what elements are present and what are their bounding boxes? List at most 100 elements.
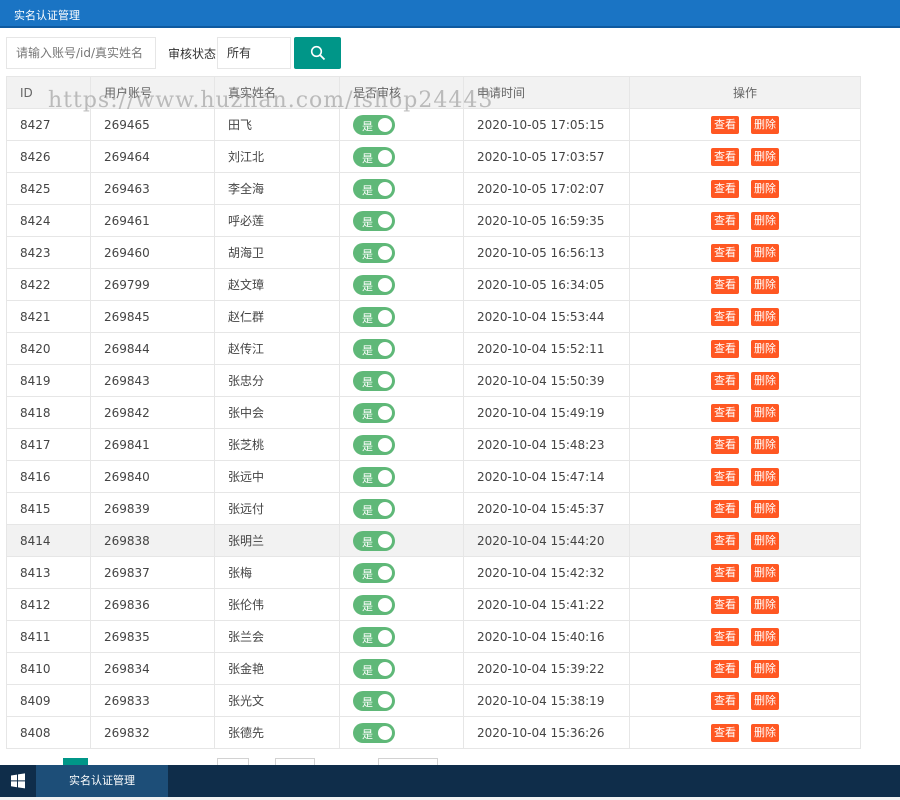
audit-toggle-label: 是	[362, 375, 373, 389]
audit-toggle[interactable]: 是	[353, 306, 395, 327]
view-button[interactable]: 查看	[711, 147, 739, 166]
delete-button[interactable]: 删除	[751, 435, 779, 454]
audit-toggle-label: 是	[362, 407, 373, 421]
delete-button[interactable]: 删除	[751, 723, 779, 742]
view-button[interactable]: 查看	[711, 371, 739, 390]
view-button[interactable]: 查看	[711, 275, 739, 294]
table-row: 8423 269460 胡海卫是 2020-10-05 16:56:13 查看 删除	[6, 236, 861, 269]
search-button[interactable]	[294, 37, 341, 69]
cell-apply-time: 2020-10-04 15:48:23	[463, 428, 630, 461]
delete-button[interactable]: 删除	[751, 499, 779, 518]
delete-button[interactable]: 删除	[751, 563, 779, 582]
audit-toggle[interactable]: 是	[353, 178, 395, 199]
delete-button[interactable]: 删除	[751, 659, 779, 678]
cell-audited: 是	[339, 300, 464, 333]
delete-button[interactable]: 删除	[751, 371, 779, 390]
cell-account: 269832	[90, 716, 215, 749]
page-jump-input[interactable]	[217, 758, 249, 765]
view-button[interactable]: 查看	[711, 595, 739, 614]
audit-toggle-label: 是	[362, 631, 373, 645]
audit-toggle[interactable]: 是	[353, 690, 395, 711]
delete-button[interactable]: 删除	[751, 115, 779, 134]
search-input[interactable]	[6, 37, 156, 69]
cell-real-name: 张梅	[214, 556, 340, 589]
audit-toggle[interactable]: 是	[353, 370, 395, 391]
view-button[interactable]: 查看	[711, 723, 739, 742]
audit-toggle[interactable]: 是	[353, 658, 395, 679]
delete-button[interactable]: 删除	[751, 403, 779, 422]
cell-audited: 是	[339, 140, 464, 173]
delete-button[interactable]: 删除	[751, 147, 779, 166]
cell-real-name: 刘江北	[214, 140, 340, 173]
current-page-button[interactable]	[63, 758, 88, 765]
delete-button[interactable]: 删除	[751, 339, 779, 358]
cell-apply-time: 2020-10-04 15:52:11	[463, 332, 630, 365]
delete-button[interactable]: 删除	[751, 243, 779, 262]
cell-id: 8413	[6, 556, 91, 589]
audit-toggle[interactable]: 是	[353, 274, 395, 295]
main-content: 审核状态 所有 ID 用户账号 真实姓名 是否审核 申请时间 操作 842726…	[0, 28, 900, 765]
view-button[interactable]: 查看	[711, 179, 739, 198]
view-button[interactable]: 查看	[711, 563, 739, 582]
view-button[interactable]: 查看	[711, 659, 739, 678]
delete-button[interactable]: 删除	[751, 467, 779, 486]
go-button[interactable]	[378, 758, 438, 765]
cell-actions: 查看 删除	[629, 652, 861, 685]
audit-toggle[interactable]: 是	[353, 562, 395, 583]
taskbar-window-item[interactable]: 实名认证管理	[36, 765, 168, 797]
cell-real-name: 张德先	[214, 716, 340, 749]
audit-toggle[interactable]: 是	[353, 210, 395, 231]
audit-toggle[interactable]: 是	[353, 434, 395, 455]
delete-button[interactable]: 删除	[751, 211, 779, 230]
audit-toggle[interactable]: 是	[353, 466, 395, 487]
table-row: 8422 269799 赵文璋是 2020-10-05 16:34:05 查看 删除	[6, 268, 861, 301]
delete-button[interactable]: 删除	[751, 595, 779, 614]
delete-button[interactable]: 删除	[751, 531, 779, 550]
view-button[interactable]: 查看	[711, 403, 739, 422]
cell-actions: 查看 删除	[629, 492, 861, 525]
view-button[interactable]: 查看	[711, 243, 739, 262]
toggle-knob	[378, 629, 392, 644]
cell-account: 269840	[90, 460, 215, 493]
audit-toggle-label: 是	[362, 343, 373, 357]
table-row: 8425 269463 李全海是 2020-10-05 17:02:07 查看 删除	[6, 172, 861, 205]
view-button[interactable]: 查看	[711, 467, 739, 486]
audit-toggle[interactable]: 是	[353, 338, 395, 359]
audit-toggle[interactable]: 是	[353, 114, 395, 135]
audit-toggle[interactable]: 是	[353, 626, 395, 647]
cell-apply-time: 2020-10-04 15:44:20	[463, 524, 630, 557]
toggle-knob	[378, 277, 392, 292]
toggle-knob	[378, 149, 392, 164]
view-button[interactable]: 查看	[711, 339, 739, 358]
delete-button[interactable]: 删除	[751, 307, 779, 326]
view-button[interactable]: 查看	[711, 627, 739, 646]
view-button[interactable]: 查看	[711, 691, 739, 710]
audit-toggle[interactable]: 是	[353, 594, 395, 615]
audit-toggle[interactable]: 是	[353, 530, 395, 551]
cell-real-name: 张远付	[214, 492, 340, 525]
page-size-select[interactable]	[275, 758, 315, 765]
view-button[interactable]: 查看	[711, 499, 739, 518]
view-button[interactable]: 查看	[711, 307, 739, 326]
audit-toggle[interactable]: 是	[353, 498, 395, 519]
cell-id: 8414	[6, 524, 91, 557]
audit-toggle[interactable]: 是	[353, 146, 395, 167]
cell-real-name: 张金艳	[214, 652, 340, 685]
audit-toggle[interactable]: 是	[353, 402, 395, 423]
audit-toggle[interactable]: 是	[353, 242, 395, 263]
view-button[interactable]: 查看	[711, 435, 739, 454]
delete-button[interactable]: 删除	[751, 691, 779, 710]
view-button[interactable]: 查看	[711, 531, 739, 550]
audit-toggle[interactable]: 是	[353, 722, 395, 743]
cell-audited: 是	[339, 236, 464, 269]
delete-button[interactable]: 删除	[751, 179, 779, 198]
table-row: 8414 269838 张明兰是 2020-10-04 15:44:20 查看 删除	[6, 524, 861, 557]
status-filter-select[interactable]: 所有	[217, 37, 291, 69]
cell-real-name: 胡海卫	[214, 236, 340, 269]
view-button[interactable]: 查看	[711, 211, 739, 230]
cell-apply-time: 2020-10-04 15:50:39	[463, 364, 630, 397]
start-button[interactable]	[0, 765, 36, 797]
delete-button[interactable]: 删除	[751, 275, 779, 294]
view-button[interactable]: 查看	[711, 115, 739, 134]
delete-button[interactable]: 删除	[751, 627, 779, 646]
